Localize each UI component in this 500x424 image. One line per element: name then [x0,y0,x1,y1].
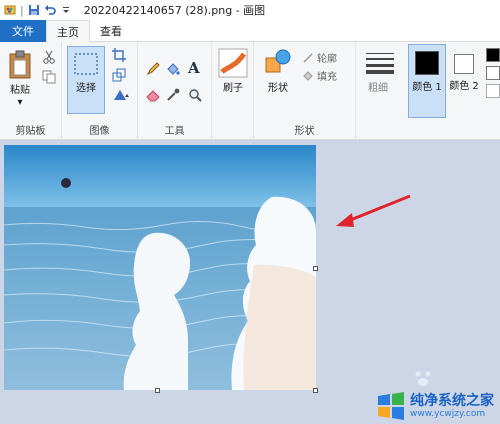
palette-swatch-empty[interactable] [486,84,500,98]
pencil-icon[interactable] [146,62,160,76]
palette-swatch-black[interactable] [486,48,500,62]
quick-access-toolbar: | [0,4,72,17]
color-picker-icon[interactable] [166,88,180,102]
photo-image [4,145,316,390]
color1-swatch [415,51,439,75]
resize-handle-corner[interactable] [313,388,318,393]
palette-swatch-white[interactable] [486,66,500,80]
crop-icon[interactable] [112,48,126,62]
customize-toolbar-icon[interactable] [60,4,72,16]
clipboard-group: 粘贴 ▾ 剪贴板 [0,42,62,140]
resize-icon[interactable] [112,68,126,82]
watermark-title: 纯净系统之家 [410,393,494,409]
color1-button[interactable]: 颜色 1 [408,44,446,118]
image-group-label: 图像 [89,126,110,137]
size-group: 粗细 [356,42,402,140]
separator: | [20,3,24,17]
color2-swatch [454,54,474,74]
ribbon-tabs: 文件 主页 查看 [0,20,500,42]
brushes-group: 刷子 [212,42,254,140]
brushes-button-label[interactable]: 刷子 [220,82,246,95]
window-title: 20220422140657 (28).png - 画图 [83,4,266,17]
watermark-url: www.ycwjzy.com [410,409,486,419]
red-arrow-annotation [336,194,411,227]
fill-bucket-icon[interactable] [166,62,180,76]
brush-icon[interactable] [218,48,248,78]
text-tool-icon[interactable]: A [188,59,200,77]
eraser-icon[interactable] [146,88,160,102]
resize-handle-bottom[interactable] [155,388,160,393]
color1-label: 颜色 1 [412,82,442,93]
paste-icon[interactable] [8,50,32,80]
select-icon[interactable] [73,52,99,76]
watermark: 纯净系统之家 www.ycwjzy.com [376,392,494,420]
image-canvas[interactable] [4,145,316,390]
title-bar: | 20220422140657 (28).png - 画图 [0,0,500,20]
select-button-label[interactable]: 选择 [70,82,102,95]
outline-label: 轮廓 [317,54,337,65]
undo-icon[interactable] [44,4,56,16]
resize-handle-right[interactable] [313,266,318,271]
shapes-group: 形状 轮廓 填充 形状 [254,42,356,140]
fill-option[interactable]: 填充 [302,68,337,83]
image-group: 选择 图像 [62,42,138,140]
cut-icon[interactable] [42,50,56,64]
color2-label: 颜色 2 [449,81,479,92]
size-button-label[interactable]: 粗细 [364,82,392,95]
fill-icon [303,70,313,81]
outline-option[interactable]: 轮廓 [302,50,337,65]
windows-logo-icon [378,392,404,420]
copy-icon[interactable] [42,70,56,84]
outline-icon [303,52,313,63]
tab-file[interactable]: 文件 [0,20,46,42]
paw-print-icon [415,371,431,386]
tab-view[interactable]: 查看 [90,20,132,42]
magnifier-icon[interactable] [188,88,202,102]
canvas-area: 纯净系统之家 www.ycwjzy.com [0,141,500,424]
shapes-button-label[interactable]: 形状 [264,82,292,95]
ribbon: 粘贴 ▾ 剪贴板 选择 图像 A 工具 刷子 形状 轮廓 填充 形状 粗细 颜色… [0,42,500,140]
fill-label: 填充 [317,72,337,83]
tools-group-label: 工具 [164,126,185,137]
save-icon[interactable] [28,4,40,16]
paste-dropdown-arrow[interactable]: ▾ [4,96,36,109]
rotate-icon[interactable] [112,88,130,102]
clipboard-group-label: 剪贴板 [15,126,46,137]
color2-button[interactable]: 颜色 2 [448,44,482,118]
line-size-icon[interactable] [366,52,394,74]
tools-group: A 工具 [138,42,212,140]
tab-home[interactable]: 主页 [46,20,90,42]
watermark-text: 纯净系统之家 www.ycwjzy.com [410,393,494,419]
shapes-icon[interactable] [264,48,292,76]
paint-app-icon [4,5,16,15]
shapes-group-label: 形状 [294,126,315,137]
